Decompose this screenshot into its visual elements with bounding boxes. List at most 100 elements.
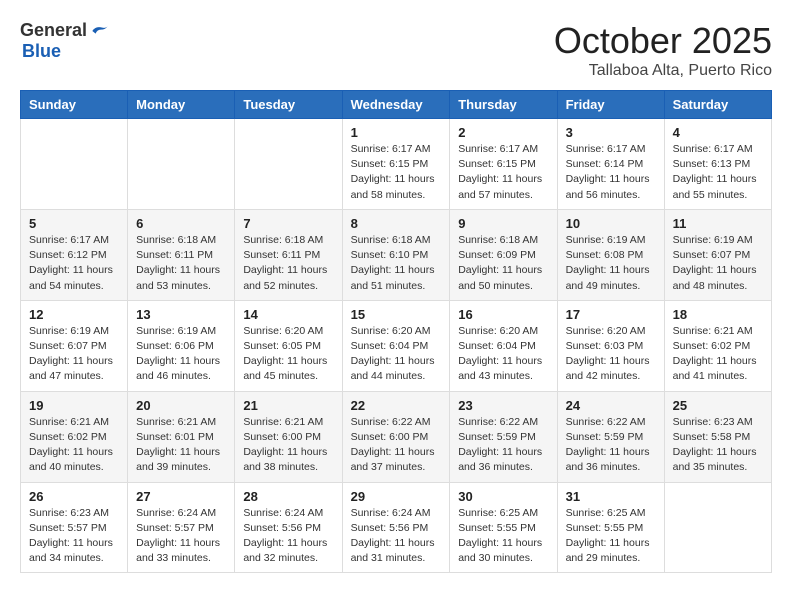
day-number: 9 [458, 216, 548, 231]
page-header: General Blue October 2025 Tallaboa Alta,… [20, 20, 772, 80]
table-row [21, 119, 128, 210]
day-info: Sunrise: 6:23 AMSunset: 5:57 PMDaylight:… [29, 506, 119, 567]
table-row: 27 Sunrise: 6:24 AMSunset: 5:57 PMDayligh… [128, 482, 235, 573]
logo-bird-icon [89, 21, 109, 41]
header-wednesday: Wednesday [342, 91, 450, 119]
day-number: 31 [566, 489, 656, 504]
day-info: Sunrise: 6:19 AMSunset: 6:07 PMDaylight:… [673, 233, 763, 294]
day-number: 20 [136, 398, 226, 413]
day-number: 23 [458, 398, 548, 413]
week-row-1: 1Sunrise: 6:17 AMSunset: 6:15 PMDaylight… [21, 119, 772, 210]
calendar-table: Sunday Monday Tuesday Wednesday Thursday… [20, 90, 772, 573]
day-info: Sunrise: 6:21 AMSunset: 6:02 PMDaylight:… [673, 324, 763, 385]
day-info: Sunrise: 6:25 AMSunset: 5:55 PMDaylight:… [566, 506, 656, 567]
header-monday: Monday [128, 91, 235, 119]
table-row: 16Sunrise: 6:20 AMSunset: 6:04 PMDayligh… [450, 300, 557, 391]
day-info: Sunrise: 6:23 AMSunset: 5:58 PMDaylight:… [673, 415, 763, 476]
table-row [664, 482, 771, 573]
day-number: 13 [136, 307, 226, 322]
day-info: Sunrise: 6:19 AMSunset: 6:07 PMDaylight:… [29, 324, 119, 385]
logo-blue-text: Blue [22, 41, 61, 62]
table-row: 10 Sunrise: 6:19 AMSunset: 6:08 PMDayligh… [557, 209, 664, 300]
week-row-4: 19 Sunrise: 6:21 AMSunset: 6:02 PMDayligh… [21, 391, 772, 482]
header-sunday: Sunday [21, 91, 128, 119]
day-number: 27 [136, 489, 226, 504]
day-info: Sunrise: 6:18 AMSunset: 6:09 PMDaylight:… [458, 233, 548, 294]
table-row: 5Sunrise: 6:17 AMSunset: 6:12 PMDaylight… [21, 209, 128, 300]
day-number: 3 [566, 125, 656, 140]
table-row: 28Sunrise: 6:24 AMSunset: 5:56 PMDayligh… [235, 482, 342, 573]
day-number: 19 [29, 398, 119, 413]
day-info: Sunrise: 6:17 AMSunset: 6:13 PMDaylight:… [673, 142, 763, 203]
day-info: Sunrise: 6:18 AMSunset: 6:11 PMDaylight:… [243, 233, 333, 294]
day-info: Sunrise: 6:18 AMSunset: 6:10 PMDaylight:… [351, 233, 442, 294]
day-number: 7 [243, 216, 333, 231]
day-info: Sunrise: 6:24 AMSunset: 5:56 PMDaylight:… [243, 506, 333, 567]
table-row [128, 119, 235, 210]
table-row: 24 Sunrise: 6:22 AMSunset: 5:59 PMDayligh… [557, 391, 664, 482]
day-number: 8 [351, 216, 442, 231]
day-info: Sunrise: 6:18 AMSunset: 6:11 PMDaylight:… [136, 233, 226, 294]
header-saturday: Saturday [664, 91, 771, 119]
day-info: Sunrise: 6:19 AMSunset: 6:08 PMDaylight:… [566, 233, 656, 294]
table-row: 30 Sunrise: 6:25 AMSunset: 5:55 PMDayligh… [450, 482, 557, 573]
day-number: 17 [566, 307, 656, 322]
table-row: 4 Sunrise: 6:17 AMSunset: 6:13 PMDaylight… [664, 119, 771, 210]
table-row: 12 Sunrise: 6:19 AMSunset: 6:07 PMDayligh… [21, 300, 128, 391]
table-row: 29Sunrise: 6:24 AMSunset: 5:56 PMDayligh… [342, 482, 450, 573]
day-info: Sunrise: 6:20 AMSunset: 6:04 PMDaylight:… [351, 324, 442, 385]
day-number: 21 [243, 398, 333, 413]
day-number: 4 [673, 125, 763, 140]
day-number: 24 [566, 398, 656, 413]
day-info: Sunrise: 6:22 AMSunset: 6:00 PMDaylight:… [351, 415, 442, 476]
header-thursday: Thursday [450, 91, 557, 119]
table-row: 14Sunrise: 6:20 AMSunset: 6:05 PMDayligh… [235, 300, 342, 391]
day-number: 25 [673, 398, 763, 413]
day-info: Sunrise: 6:24 AMSunset: 5:57 PMDaylight:… [136, 506, 226, 567]
day-number: 29 [351, 489, 442, 504]
day-info: Sunrise: 6:21 AMSunset: 6:00 PMDaylight:… [243, 415, 333, 476]
table-row: 31 Sunrise: 6:25 AMSunset: 5:55 PMDayligh… [557, 482, 664, 573]
table-row: 11 Sunrise: 6:19 AMSunset: 6:07 PMDayligh… [664, 209, 771, 300]
table-row: 7 Sunrise: 6:18 AMSunset: 6:11 PMDaylight… [235, 209, 342, 300]
table-row: 17 Sunrise: 6:20 AMSunset: 6:03 PMDayligh… [557, 300, 664, 391]
day-number: 1 [351, 125, 442, 140]
table-row [235, 119, 342, 210]
location-subtitle: Tallaboa Alta, Puerto Rico [554, 62, 772, 80]
week-row-5: 26 Sunrise: 6:23 AMSunset: 5:57 PMDayligh… [21, 482, 772, 573]
table-row: 25 Sunrise: 6:23 AMSunset: 5:58 PMDayligh… [664, 391, 771, 482]
table-row: 13 Sunrise: 6:19 AMSunset: 6:06 PMDayligh… [128, 300, 235, 391]
table-row: 21 Sunrise: 6:21 AMSunset: 6:00 PMDayligh… [235, 391, 342, 482]
table-row: 19 Sunrise: 6:21 AMSunset: 6:02 PMDayligh… [21, 391, 128, 482]
day-info: Sunrise: 6:25 AMSunset: 5:55 PMDaylight:… [458, 506, 548, 567]
table-row: 3Sunrise: 6:17 AMSunset: 6:14 PMDaylight… [557, 119, 664, 210]
header-tuesday: Tuesday [235, 91, 342, 119]
day-number: 5 [29, 216, 119, 231]
day-info: Sunrise: 6:21 AMSunset: 6:01 PMDaylight:… [136, 415, 226, 476]
table-row: 1Sunrise: 6:17 AMSunset: 6:15 PMDaylight… [342, 119, 450, 210]
table-row: 8 Sunrise: 6:18 AMSunset: 6:10 PMDaylight… [342, 209, 450, 300]
day-number: 10 [566, 216, 656, 231]
logo: General Blue [20, 20, 109, 62]
day-info: Sunrise: 6:20 AMSunset: 6:03 PMDaylight:… [566, 324, 656, 385]
table-row: 6Sunrise: 6:18 AMSunset: 6:11 PMDaylight… [128, 209, 235, 300]
title-block: October 2025 Tallaboa Alta, Puerto Rico [554, 20, 772, 80]
day-info: Sunrise: 6:20 AMSunset: 6:05 PMDaylight:… [243, 324, 333, 385]
day-number: 22 [351, 398, 442, 413]
day-info: Sunrise: 6:22 AMSunset: 5:59 PMDaylight:… [566, 415, 656, 476]
table-row: 9 Sunrise: 6:18 AMSunset: 6:09 PMDaylight… [450, 209, 557, 300]
day-info: Sunrise: 6:19 AMSunset: 6:06 PMDaylight:… [136, 324, 226, 385]
table-row: 2Sunrise: 6:17 AMSunset: 6:15 PMDaylight… [450, 119, 557, 210]
logo-general-text: General [20, 20, 87, 41]
month-title: October 2025 [554, 20, 772, 62]
day-info: Sunrise: 6:22 AMSunset: 5:59 PMDaylight:… [458, 415, 548, 476]
day-number: 26 [29, 489, 119, 504]
day-number: 12 [29, 307, 119, 322]
weekday-header-row: Sunday Monday Tuesday Wednesday Thursday… [21, 91, 772, 119]
day-number: 30 [458, 489, 548, 504]
day-number: 18 [673, 307, 763, 322]
day-number: 15 [351, 307, 442, 322]
day-info: Sunrise: 6:21 AMSunset: 6:02 PMDaylight:… [29, 415, 119, 476]
table-row: 26 Sunrise: 6:23 AMSunset: 5:57 PMDayligh… [21, 482, 128, 573]
day-number: 11 [673, 216, 763, 231]
